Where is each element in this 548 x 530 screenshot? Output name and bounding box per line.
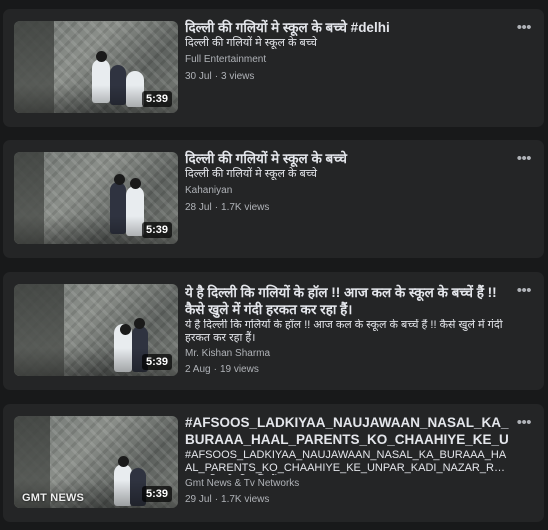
meta-separator: · <box>214 494 219 505</box>
thumbnail-figure-head <box>114 174 125 185</box>
more-options-icon[interactable]: ••• <box>517 283 532 298</box>
video-info: ये है दिल्ली कि गलियों के हॉल !! आज कल क… <box>185 284 505 376</box>
video-description: दिल्ली की गलियों मे स्कूल के बच्चे <box>185 37 317 49</box>
video-duration: 5:39 <box>141 354 172 370</box>
thumbnail-figure-head <box>120 324 131 335</box>
video-meta: 30 Jul · 3 views <box>185 71 505 83</box>
video-meta: 29 Jul · 1.7K views <box>185 494 511 506</box>
video-thumbnail[interactable]: 5:39 <box>14 21 178 113</box>
video-duration: 5:39 <box>141 222 172 238</box>
more-options-icon[interactable]: ••• <box>517 151 532 166</box>
meta-separator: · <box>213 364 217 375</box>
more-options-icon[interactable]: ••• <box>517 20 532 35</box>
video-thumbnail[interactable]: 5:39 <box>14 152 178 244</box>
meta-separator: · <box>214 202 219 213</box>
video-meta: 28 Jul · 1.7K views <box>185 202 505 214</box>
channel-name[interactable]: Kahaniyan <box>185 185 505 197</box>
video-date: 28 Jul <box>185 202 212 213</box>
video-title[interactable]: #AFSOOS_LADKIYAA_NAUJAWAAN_NASAL_KA_BURA… <box>185 414 511 448</box>
thumbnail-figure-head <box>118 456 129 467</box>
video-title[interactable]: दिल्ली की गलियों मे स्कूल के बच्चे #delh… <box>185 19 505 36</box>
video-meta: 2 Aug · 19 views <box>185 364 505 376</box>
thumbnail-figure-head <box>130 178 141 189</box>
more-options-icon[interactable]: ••• <box>517 415 532 430</box>
video-thumbnail[interactable]: GMT NEWS 5:39 <box>14 416 178 508</box>
video-date: 30 Jul <box>185 71 212 82</box>
video-duration: 5:39 <box>141 91 172 107</box>
video-views: 3 views <box>221 71 255 82</box>
channel-name[interactable]: Mr. Kishan Sharma <box>185 348 505 360</box>
video-info: दिल्ली की गलियों मे स्कूल के बच्चे दिल्ल… <box>185 150 505 214</box>
video-card[interactable]: 5:39 ये है दिल्ली कि गलियों के हॉल !! आज… <box>3 272 544 390</box>
video-views: 1.7K views <box>221 202 270 213</box>
video-info: दिल्ली की गलियों मे स्कूल के बच्चे #delh… <box>185 19 505 83</box>
video-info: #AFSOOS_LADKIYAA_NAUJAWAAN_NASAL_KA_BURA… <box>185 414 511 506</box>
video-description: ये है दिल्ली कि गलियों के हॉल !! आज कल क… <box>185 319 503 344</box>
video-views: 1.7K views <box>221 494 270 505</box>
video-date: 29 Jul <box>185 494 212 505</box>
video-title[interactable]: ये है दिल्ली कि गलियों के हॉल !! आज कल क… <box>185 284 505 318</box>
channel-name[interactable]: Gmt News & Tv Networks <box>185 478 511 490</box>
video-duration: 5:39 <box>141 486 172 502</box>
thumbnail-figure-head <box>134 318 145 329</box>
video-card[interactable]: GMT NEWS 5:39 #AFSOOS_LADKIYAA_NAUJAWAAN… <box>3 404 544 522</box>
video-description: दिल्ली की गलियों मे स्कूल के बच्चे <box>185 168 317 180</box>
video-title[interactable]: दिल्ली की गलियों मे स्कूल के बच्चे <box>185 150 505 167</box>
thumbnail-figure-head <box>96 51 107 62</box>
video-card[interactable]: 5:39 दिल्ली की गलियों मे स्कूल के बच्चे … <box>3 140 544 258</box>
channel-name[interactable]: Full Entertainment <box>185 54 505 66</box>
video-card[interactable]: 5:39 दिल्ली की गलियों मे स्कूल के बच्चे … <box>3 9 544 127</box>
video-description: #AFSOOS_LADKIYAA_NAUJAWAAN_NASAL_KA_BURA… <box>185 449 509 474</box>
video-views: 19 views <box>219 364 259 375</box>
video-date: 2 Aug <box>185 364 211 375</box>
video-thumbnail[interactable]: 5:39 <box>14 284 178 376</box>
meta-separator: · <box>214 71 219 82</box>
channel-watermark: GMT NEWS <box>22 492 85 504</box>
